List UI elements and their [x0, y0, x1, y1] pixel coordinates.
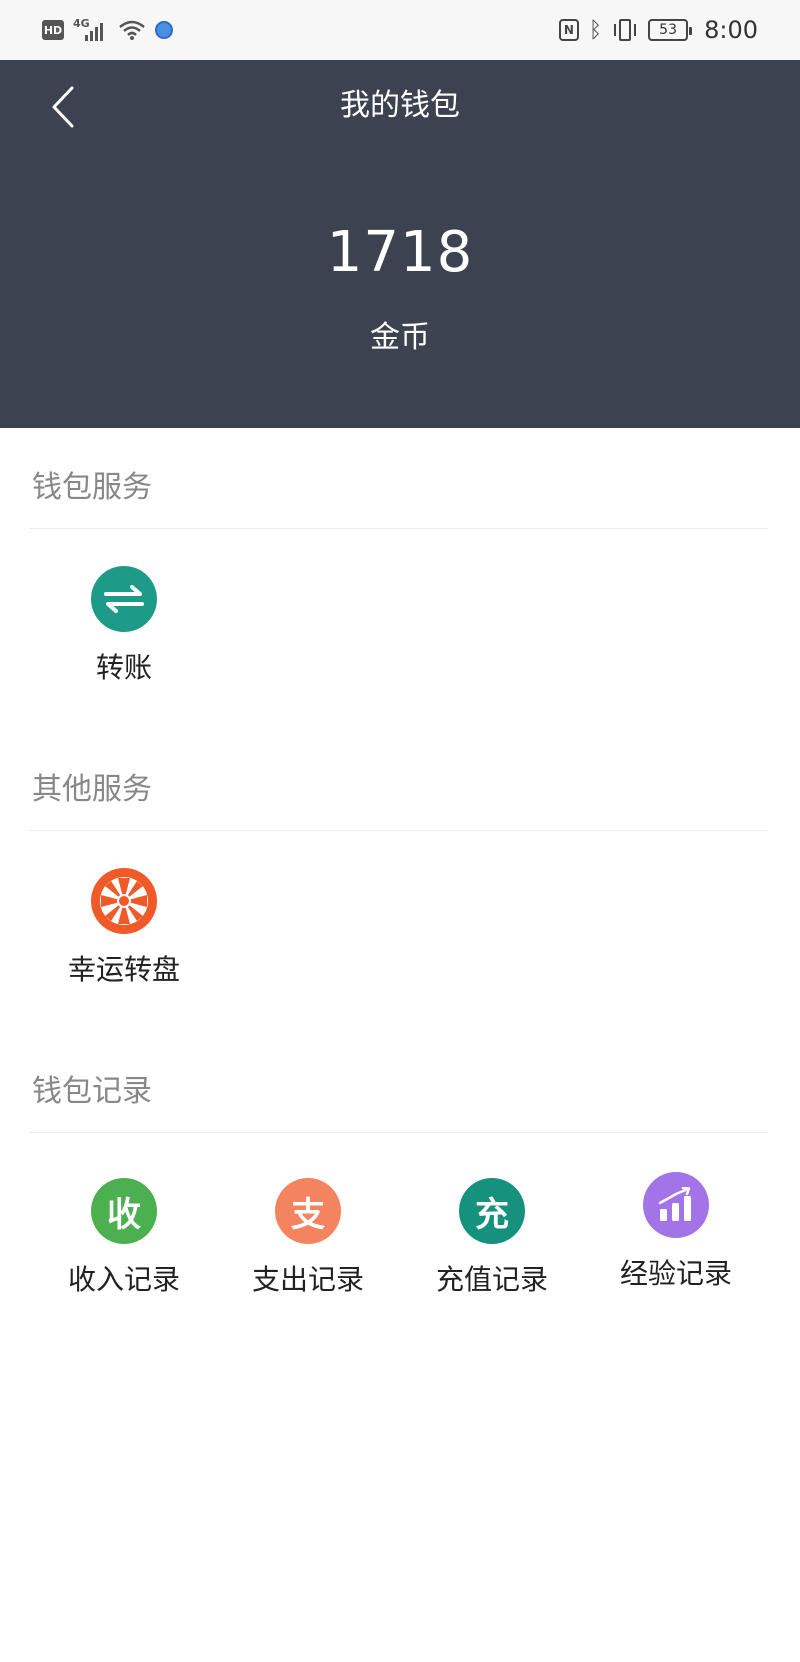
globe-icon: [155, 21, 173, 39]
experience-chart-icon: [643, 1172, 709, 1238]
wallet-header: 我的钱包 1718 金币: [0, 60, 800, 428]
income-record-button[interactable]: 收 收入记录: [32, 1178, 216, 1298]
income-glyph: 收: [107, 1194, 141, 1235]
transfer-label: 转账: [95, 651, 152, 684]
recharge-icon: 充: [459, 1178, 525, 1244]
recharge-glyph: 充: [475, 1194, 509, 1235]
battery-level: 53: [659, 22, 677, 38]
expense-record-label: 支出记录: [251, 1263, 364, 1296]
wifi-icon: [119, 20, 145, 40]
expense-record-button[interactable]: 支 支出记录: [216, 1178, 400, 1298]
lucky-wheel-button[interactable]: 幸运转盘: [32, 868, 216, 988]
income-record-label: 收入记录: [67, 1263, 180, 1296]
income-icon: 收: [91, 1178, 157, 1244]
expense-glyph: 支: [291, 1194, 325, 1235]
recharge-record-label: 充值记录: [435, 1263, 548, 1296]
coin-balance: 1718: [326, 220, 474, 285]
section-title-other-services: 其他服务: [32, 772, 152, 807]
lucky-wheel-label: 幸运转盘: [67, 953, 180, 986]
status-bar: HD 4G N ᛒ 53 8:00: [0, 0, 800, 60]
transfer-icon: [91, 566, 157, 632]
page-title: 我的钱包: [340, 88, 460, 123]
experience-record-label: 经验记录: [619, 1257, 732, 1290]
experience-record-button[interactable]: 经验记录: [584, 1172, 768, 1292]
lucky-wheel-icon: [91, 868, 157, 934]
recharge-record-button[interactable]: 充 充值记录: [400, 1178, 584, 1298]
signal-icon: 4G: [73, 17, 109, 43]
battery-icon: 53: [648, 19, 693, 41]
bluetooth-icon: ᛒ: [588, 17, 603, 43]
status-left: HD 4G: [42, 14, 173, 46]
divider: [30, 1132, 768, 1133]
vibrate-icon: [612, 19, 638, 41]
nfc-icon: N: [558, 19, 579, 41]
transfer-button[interactable]: 转账: [32, 566, 216, 686]
section-title-wallet-services: 钱包服务: [32, 470, 152, 505]
divider: [30, 830, 768, 831]
section-title-wallet-records: 钱包记录: [32, 1074, 152, 1109]
hd-icon: HD: [42, 20, 64, 40]
clock: 8:00: [704, 16, 758, 44]
status-right: N ᛒ 53 8:00: [558, 14, 758, 46]
expense-icon: 支: [275, 1178, 341, 1244]
divider: [30, 528, 768, 529]
coin-label: 金币: [370, 320, 430, 355]
